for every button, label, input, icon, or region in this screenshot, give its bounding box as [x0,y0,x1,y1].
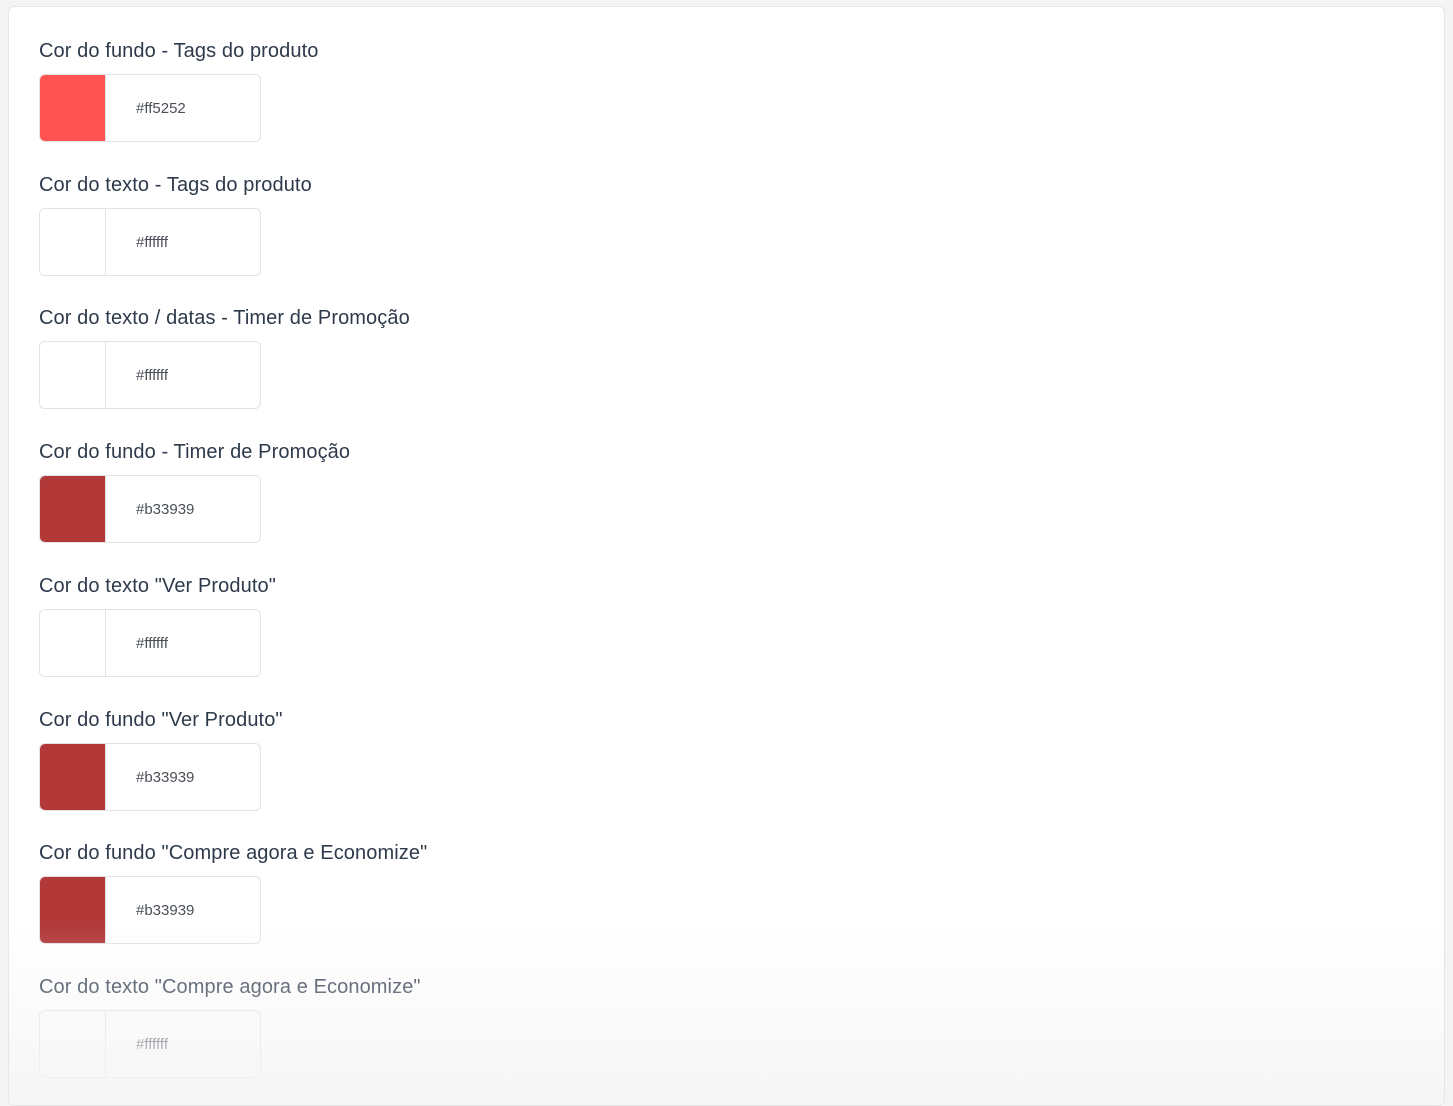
field-timer-text: Cor do texto / datas - Timer de Promoção… [39,306,410,409]
hex-value[interactable]: #ffffff [136,234,168,251]
color-picker-input[interactable]: #ffffff [39,609,261,677]
field-label: Cor do texto - Tags do produto [39,174,312,196]
field-label: Cor do fundo - Timer de Promoção [39,441,351,463]
color-picker-input[interactable]: #ffffff [39,208,261,276]
color-picker-input[interactable]: #b33939 [39,475,261,543]
color-swatch[interactable] [40,877,106,943]
color-swatch[interactable] [40,744,106,810]
color-settings-panel: Cor do fundo - Tags do produto #ff5252 C… [8,6,1445,1106]
hex-value[interactable]: #b33939 [136,501,194,518]
color-swatch[interactable] [40,1011,106,1077]
field-timer-background: Cor do fundo - Timer de Promoção #b33939 [39,440,351,543]
hex-value[interactable]: #ff5252 [136,100,186,117]
color-picker-input[interactable]: #ffffff [39,1010,261,1078]
field-label: Cor do texto "Compre agora e Economize" [39,976,421,998]
color-picker-input[interactable]: #b33939 [39,876,261,944]
field-ver-produto-text: Cor do texto "Ver Produto" #ffffff [39,574,276,677]
field-ver-produto-background: Cor do fundo "Ver Produto" #b33939 [39,708,283,811]
field-label: Cor do fundo "Compre agora e Economize" [39,842,428,864]
color-swatch[interactable] [40,476,106,542]
color-swatch[interactable] [40,75,106,141]
field-label: Cor do fundo - Tags do produto [39,40,319,62]
field-label: Cor do texto / datas - Timer de Promoção [39,307,410,329]
field-compre-agora-background: Cor do fundo "Compre agora e Economize" … [39,841,428,944]
hex-value[interactable]: #b33939 [136,769,194,786]
field-label: Cor do fundo "Ver Produto" [39,709,283,731]
hex-value[interactable]: #ffffff [136,635,168,652]
hex-value[interactable]: #b33939 [136,902,194,919]
color-swatch[interactable] [40,342,106,408]
hex-value[interactable]: #ffffff [136,1036,168,1053]
color-picker-input[interactable]: #ff5252 [39,74,261,142]
color-picker-input[interactable]: #b33939 [39,743,261,811]
field-compre-agora-text: Cor do texto "Compre agora e Economize" … [39,975,421,1078]
color-picker-input[interactable]: #ffffff [39,341,261,409]
field-tags-background: Cor do fundo - Tags do produto #ff5252 [39,39,319,142]
hex-value[interactable]: #ffffff [136,367,168,384]
field-label: Cor do texto "Ver Produto" [39,575,276,597]
color-swatch[interactable] [40,209,106,275]
color-swatch[interactable] [40,610,106,676]
field-tags-text: Cor do texto - Tags do produto #ffffff [39,173,312,276]
